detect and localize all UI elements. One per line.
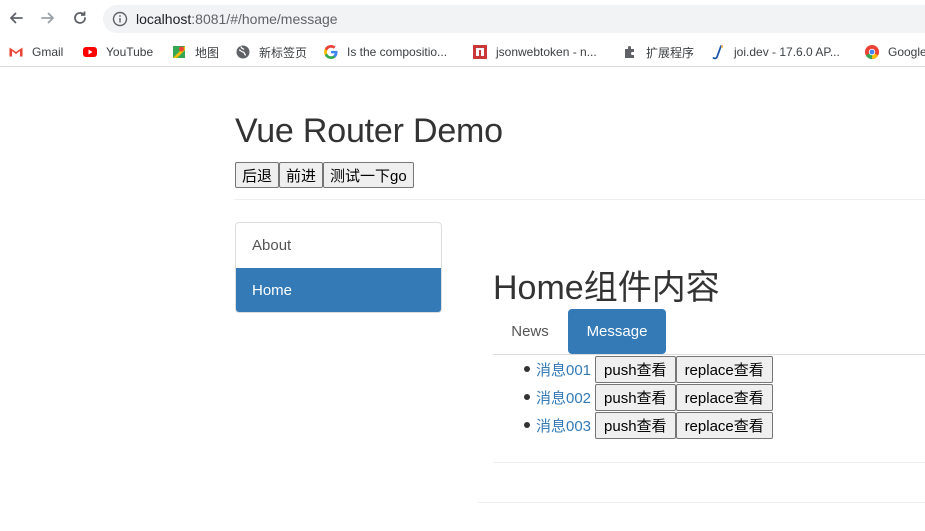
list-item: 消息002 push查看 replace查看	[493, 383, 773, 411]
bookmark-extensions[interactable]: 扩展程序	[622, 44, 694, 60]
gmail-icon	[8, 44, 24, 60]
bookmark-maps[interactable]: 地图	[171, 44, 219, 60]
bookmarks-bar: Gmail YouTube 地图 新标签页 Is the compositio.…	[0, 37, 925, 67]
bookmark-new-tab[interactable]: 新标签页	[235, 44, 307, 60]
sidebar-item-home[interactable]: Home	[236, 268, 441, 312]
url-path: :8081/#/home/message	[191, 11, 338, 27]
home-tabs: News Message	[493, 309, 925, 355]
forward-arrow-icon[interactable]	[38, 8, 58, 28]
info-icon[interactable]	[112, 11, 128, 27]
bookmark-label: Google	[888, 45, 925, 59]
npm-icon	[472, 44, 488, 60]
push-view-button[interactable]: push查看	[595, 411, 676, 439]
bullet-icon	[524, 422, 530, 428]
go-test-button[interactable]: 测试一下go	[323, 162, 414, 188]
bullet-icon	[524, 366, 530, 372]
history-button-group: 后退 前进 测试一下go	[235, 162, 414, 188]
bookmark-label: Gmail	[32, 45, 64, 59]
bookmark-label: jsonwebtoken - n...	[496, 45, 597, 59]
bookmark-gmail[interactable]: Gmail	[8, 44, 63, 60]
back-button[interactable]: 后退	[235, 162, 280, 188]
replace-view-button[interactable]: replace查看	[675, 383, 773, 411]
message-link[interactable]: 消息002	[536, 387, 591, 408]
replace-view-button[interactable]: replace查看	[675, 355, 773, 383]
push-view-button[interactable]: push查看	[595, 383, 676, 411]
bookmark-youtube[interactable]: YouTube	[82, 44, 153, 60]
reload-icon[interactable]	[70, 8, 90, 28]
divider	[478, 502, 925, 503]
globe-icon	[235, 44, 251, 60]
address-bar[interactable]: localhost:8081/#/home/message	[103, 5, 925, 33]
bookmark-label: 扩展程序	[646, 45, 695, 60]
forward-button[interactable]: 前进	[279, 162, 324, 188]
bookmark-label: 新标签页	[259, 45, 308, 60]
list-item: 消息003 push查看 replace查看	[493, 411, 773, 439]
chrome-icon	[864, 44, 880, 60]
youtube-icon	[82, 44, 98, 60]
bookmark-google[interactable]: Google	[864, 44, 925, 60]
page-title: Vue Router Demo	[235, 112, 503, 150]
divider	[493, 462, 925, 463]
push-view-button[interactable]: push查看	[595, 355, 676, 383]
tab-news[interactable]: News	[493, 309, 567, 354]
sidebar-item-about[interactable]: About	[236, 223, 441, 268]
bookmark-label: Is the compositio...	[347, 45, 448, 59]
message-link[interactable]: 消息001	[536, 359, 591, 380]
sidebar-nav: About Home	[235, 222, 442, 313]
maps-icon	[171, 44, 187, 60]
bookmark-label: 地图	[195, 45, 220, 60]
back-arrow-icon[interactable]	[6, 8, 26, 28]
bookmark-label: joi.dev - 17.6.0 AP...	[734, 45, 840, 59]
bullet-icon	[524, 394, 530, 400]
bookmark-joi[interactable]: joi.dev - 17.6.0 AP...	[710, 44, 840, 60]
bookmark-composition[interactable]: Is the compositio...	[323, 44, 447, 60]
google-icon	[323, 44, 339, 60]
joi-icon	[710, 44, 726, 60]
divider	[235, 199, 925, 200]
home-title: Home组件内容	[493, 269, 720, 307]
message-link[interactable]: 消息003	[536, 415, 591, 436]
browser-toolbar: localhost:8081/#/home/message	[0, 0, 925, 37]
replace-view-button[interactable]: replace查看	[675, 411, 773, 439]
list-item: 消息001 push查看 replace查看	[493, 355, 773, 383]
bookmark-label: YouTube	[106, 45, 154, 59]
bookmark-jsonwebtoken[interactable]: jsonwebtoken - n...	[472, 44, 597, 60]
puzzle-icon	[622, 44, 638, 60]
tab-message[interactable]: Message	[568, 309, 666, 354]
url-text: localhost:8081/#/home/message	[136, 11, 338, 27]
url-host: localhost	[136, 11, 192, 27]
